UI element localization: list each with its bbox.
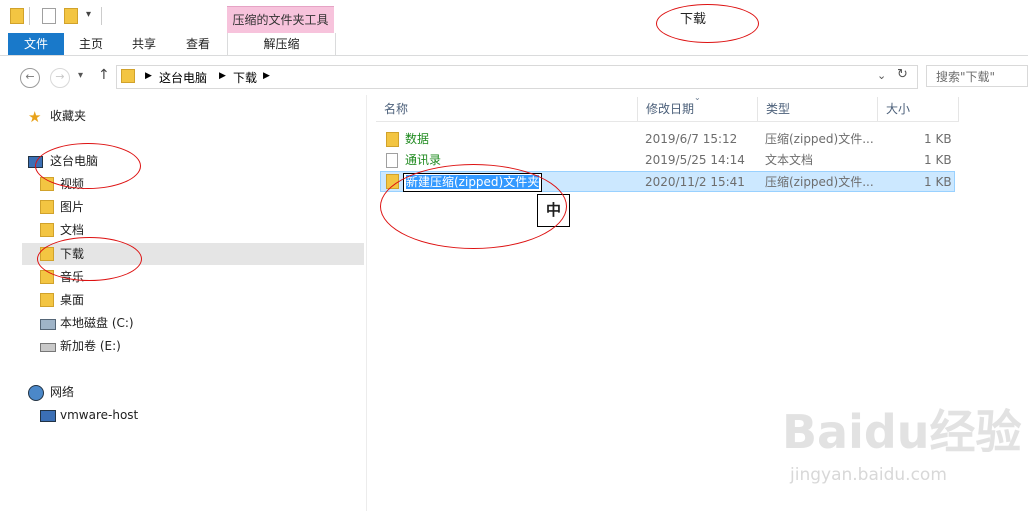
text-file-icon xyxy=(386,153,398,168)
breadcrumb-separator[interactable]: ▶ xyxy=(219,71,226,81)
tab-view[interactable]: 查看 xyxy=(176,33,220,55)
pictures-folder-icon xyxy=(40,200,54,214)
new-folder-icon[interactable] xyxy=(64,8,78,24)
refresh-icon[interactable]: ↻ xyxy=(897,67,908,82)
file-size: 1 KB xyxy=(924,132,952,146)
drive-icon xyxy=(40,343,56,352)
nav-label: vmware-host xyxy=(60,408,139,422)
watermark-logo: Baidu经验 xyxy=(782,405,1022,459)
desktop-folder-icon xyxy=(40,293,54,307)
file-row[interactable]: 数据 2019/6/7 15:12 压缩(zipped)文件... 1 KB xyxy=(380,129,955,150)
file-type: 文本文档 xyxy=(765,153,814,167)
file-size: 1 KB xyxy=(924,175,952,189)
documents-folder-icon xyxy=(40,223,54,237)
annotation-ellipse xyxy=(35,143,141,189)
breadcrumb-downloads[interactable]: 下载 xyxy=(233,69,257,86)
drive-icon xyxy=(40,319,56,330)
breadcrumb-separator[interactable]: ▶ xyxy=(263,71,270,81)
nav-drive-c[interactable]: 本地磁盘 (C:) xyxy=(22,312,364,334)
sort-indicator-icon: ⌄ xyxy=(694,93,701,102)
tab-extract[interactable]: 解压缩 xyxy=(227,33,336,55)
forward-button[interactable]: → xyxy=(50,68,70,88)
nav-label: 图片 xyxy=(60,200,85,214)
nav-label: 桌面 xyxy=(60,293,85,307)
downloads-folder-icon xyxy=(121,69,135,83)
tab-file[interactable]: 文件 xyxy=(8,33,64,55)
nav-label: 网络 xyxy=(50,385,75,399)
properties-icon[interactable] xyxy=(42,8,56,24)
nav-vmware-host[interactable]: vmware-host xyxy=(22,404,364,426)
address-dropdown-icon[interactable]: ⌄ xyxy=(877,69,886,82)
annotation-ellipse xyxy=(656,4,759,43)
context-group-label: 压缩的文件夹工具 xyxy=(227,6,334,34)
file-name: 数据 xyxy=(405,132,430,146)
breadcrumb-this-pc[interactable]: 这台电脑 xyxy=(159,69,207,86)
file-date: 2019/5/25 14:14 xyxy=(645,153,745,167)
nav-label: 新加卷 (E:) xyxy=(60,339,121,353)
recent-locations-icon[interactable]: ▾ xyxy=(78,70,83,81)
nav-label: 本地磁盘 (C:) xyxy=(60,316,134,330)
nav-label: 收藏夹 xyxy=(50,109,87,123)
tab-home[interactable]: 主页 xyxy=(70,33,112,55)
annotation-ellipse xyxy=(37,237,142,281)
zip-folder-icon xyxy=(386,132,399,147)
file-size: 1 KB xyxy=(924,153,952,167)
annotation-ellipse xyxy=(380,164,567,249)
customize-qa-icon[interactable]: ▾ xyxy=(86,9,91,20)
nav-network[interactable]: 网络 xyxy=(22,381,364,403)
network-icon xyxy=(28,385,44,401)
file-date: 2019/6/7 15:12 xyxy=(645,132,738,146)
file-type: 压缩(zipped)文件... xyxy=(765,132,874,146)
nav-favorites[interactable]: ★ 收藏夹 xyxy=(22,105,364,127)
computer-icon xyxy=(40,410,56,422)
nav-desktop[interactable]: 桌面 xyxy=(22,289,364,311)
watermark-url: jingyan.baidu.com xyxy=(790,465,947,485)
back-button[interactable]: ← xyxy=(20,68,40,88)
column-size[interactable]: 大小 xyxy=(878,97,959,121)
file-date: 2020/11/2 15:41 xyxy=(645,175,745,189)
folder-icon[interactable] xyxy=(10,8,24,24)
star-icon: ★ xyxy=(28,108,42,126)
search-input[interactable]: 搜索"下载" xyxy=(926,65,1028,87)
title-bar xyxy=(0,0,1028,33)
tab-share[interactable]: 共享 xyxy=(122,33,166,55)
file-type: 压缩(zipped)文件... xyxy=(765,175,874,189)
column-name[interactable]: 名称 xyxy=(376,97,638,121)
column-type[interactable]: 类型 xyxy=(758,97,878,121)
divider xyxy=(101,7,102,25)
up-button[interactable]: ↑ xyxy=(98,67,110,83)
nav-pictures[interactable]: 图片 xyxy=(22,196,364,218)
divider xyxy=(29,7,30,25)
nav-drive-e[interactable]: 新加卷 (E:) xyxy=(22,335,364,357)
breadcrumb-separator[interactable]: ▶ xyxy=(145,71,152,81)
